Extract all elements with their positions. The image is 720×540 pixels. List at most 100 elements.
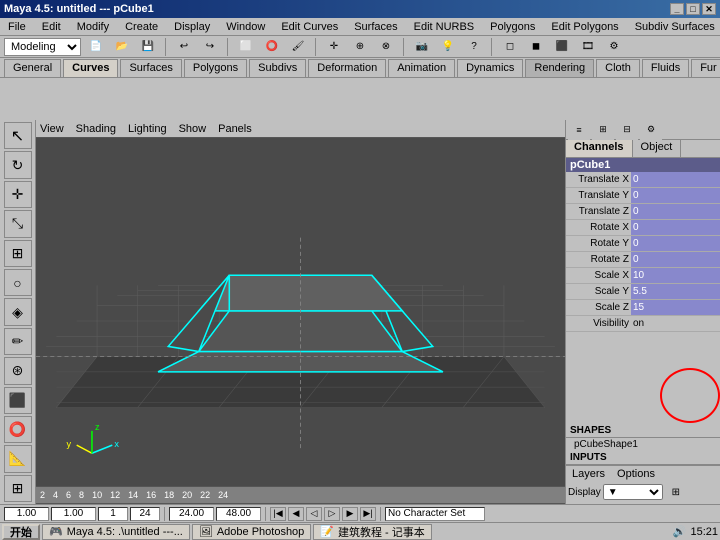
layers-icon[interactable]: ⊞	[665, 482, 687, 502]
panel-icon2[interactable]: ⊞	[592, 120, 614, 140]
toolbar-render3[interactable]: ⬛	[551, 37, 573, 57]
toolbar-render1[interactable]: ◻	[499, 37, 521, 57]
tab-general[interactable]: General	[4, 59, 61, 77]
toolbar-lasso[interactable]: ⭕	[261, 37, 283, 57]
tab-rendering[interactable]: Rendering	[525, 59, 594, 77]
start-frame[interactable]	[4, 507, 49, 521]
rotate-tool[interactable]: ↻	[4, 151, 32, 178]
menu-display[interactable]: Display	[170, 20, 214, 34]
tab-object[interactable]: Object	[633, 140, 682, 157]
toolbar-snap2[interactable]: ⊕	[349, 37, 371, 57]
toolbar-camera[interactable]: 📷	[411, 37, 433, 57]
tab-animation[interactable]: Animation	[388, 59, 455, 77]
toolbar-light[interactable]: 💡	[437, 37, 459, 57]
photoshop-taskbar-item[interactable]: 🖼 Adobe Photoshop	[192, 524, 311, 540]
current-frame[interactable]	[51, 507, 96, 521]
paint-tool[interactable]: ✏	[4, 328, 32, 355]
menu-modify[interactable]: Modify	[73, 20, 113, 34]
toolbar-render5[interactable]: ⚙	[603, 37, 625, 57]
menu-edit-polygons[interactable]: Edit Polygons	[547, 20, 622, 34]
scene-canvas[interactable]: x y z persp	[36, 138, 565, 504]
attr-value[interactable]: 0	[631, 252, 720, 267]
select-tool[interactable]: ↖	[4, 122, 32, 149]
tab-polygons[interactable]: Polygons	[184, 59, 247, 77]
attr-value[interactable]: 0	[631, 204, 720, 219]
toolbar-render2[interactable]: ◼	[525, 37, 547, 57]
close-button[interactable]: ✕	[702, 3, 716, 15]
frame-field[interactable]	[98, 507, 128, 521]
notepad-taskbar-item[interactable]: 📝 建筑教程 - 记事本	[313, 524, 431, 540]
menu-edit[interactable]: Edit	[38, 20, 65, 34]
tab-layers[interactable]: Layers	[568, 468, 609, 480]
toolbar-snap3[interactable]: ⊗	[375, 37, 397, 57]
tab-options[interactable]: Options	[613, 468, 659, 480]
toolbar-undo[interactable]: ↩	[173, 37, 195, 57]
snap-grid[interactable]: ⊞	[4, 475, 32, 502]
menu-file[interactable]: File	[4, 20, 30, 34]
panel-icon1[interactable]: ≡	[568, 120, 590, 140]
toolbar-snap1[interactable]: ✛	[323, 37, 345, 57]
attr-value[interactable]: on	[631, 316, 720, 331]
start-button[interactable]: 开始	[2, 524, 40, 540]
toolbar-new[interactable]: 📄	[85, 37, 107, 57]
viewport[interactable]: View Shading Lighting Show Panels	[36, 120, 565, 504]
menu-polygons[interactable]: Polygons	[486, 20, 539, 34]
panel-icon4[interactable]: ⚙	[640, 120, 662, 140]
menu-create[interactable]: Create	[121, 20, 162, 34]
toolbar-select[interactable]: ⬜	[235, 37, 257, 57]
toolbar-redo[interactable]: ↪	[199, 37, 221, 57]
measure-tool[interactable]: 📐	[4, 445, 32, 472]
maya-taskbar-item[interactable]: 🎮 Maya 4.5: .\untitled ---...	[42, 524, 190, 540]
display-dropdown[interactable]: ▼	[603, 484, 663, 500]
lasso-tool[interactable]: ⭕	[4, 416, 32, 443]
menu-edit-curves[interactable]: Edit Curves	[277, 20, 342, 34]
toolbar-save[interactable]: 💾	[137, 37, 159, 57]
range-end[interactable]	[216, 507, 261, 521]
attr-value[interactable]: 15	[631, 300, 720, 315]
attr-value[interactable]: 10	[631, 268, 720, 283]
toolbar-paint[interactable]: 🖌	[287, 37, 309, 57]
step-back[interactable]: ◀	[288, 507, 304, 521]
toolbar-render4[interactable]: 🎞	[577, 37, 599, 57]
minimize-button[interactable]: _	[670, 3, 684, 15]
attr-value[interactable]: 5.5	[631, 284, 720, 299]
vp-view[interactable]: View	[40, 123, 64, 135]
attr-value[interactable]: 0	[631, 220, 720, 235]
vp-panels[interactable]: Panels	[218, 123, 252, 135]
tab-channels[interactable]: Channels	[566, 140, 633, 157]
toolbar-open[interactable]: 📂	[111, 37, 133, 57]
tab-curves[interactable]: Curves	[63, 59, 118, 77]
tab-fluids[interactable]: Fluids	[642, 59, 689, 77]
shapes-item[interactable]: pCubeShape1	[566, 438, 720, 451]
range-start[interactable]	[169, 507, 214, 521]
region-select[interactable]: ⬛	[4, 387, 32, 414]
menu-edit-nurbs[interactable]: Edit NURBS	[410, 20, 479, 34]
tab-surfaces[interactable]: Surfaces	[120, 59, 181, 77]
play-end[interactable]: ▶|	[360, 507, 376, 521]
menu-surfaces[interactable]: Surfaces	[350, 20, 401, 34]
soft-mod[interactable]: ○	[4, 269, 32, 296]
tab-subdivs[interactable]: Subdivs	[249, 59, 306, 77]
timeline[interactable]: 2 4 6 8 10 12 14 16 18 20 22 24	[36, 486, 565, 504]
tab-cloth[interactable]: Cloth	[596, 59, 640, 77]
tab-deformation[interactable]: Deformation	[308, 59, 386, 77]
panel-icon3[interactable]: ⊟	[616, 120, 638, 140]
modeling-dropdown[interactable]: Modeling Animation Rendering	[4, 38, 81, 56]
menu-window[interactable]: Window	[222, 20, 269, 34]
scale-tool[interactable]: ⤡	[4, 210, 32, 237]
vp-shading[interactable]: Shading	[76, 123, 116, 135]
end-frame[interactable]	[130, 507, 160, 521]
attr-value[interactable]: 0	[631, 188, 720, 203]
play-back[interactable]: ◁	[306, 507, 322, 521]
vp-show[interactable]: Show	[179, 123, 207, 135]
tab-fur[interactable]: Fur	[691, 59, 720, 77]
play-start[interactable]: |◀	[270, 507, 286, 521]
move-tool[interactable]: ✛	[4, 181, 32, 208]
tab-dynamics[interactable]: Dynamics	[457, 59, 523, 77]
play-fwd[interactable]: ▷	[324, 507, 340, 521]
show-manip[interactable]: ⊛	[4, 357, 32, 384]
attr-value[interactable]: 0	[631, 172, 720, 187]
universal-tool[interactable]: ⊞	[4, 240, 32, 267]
toolbar-help[interactable]: ?	[463, 37, 485, 57]
vp-lighting[interactable]: Lighting	[128, 123, 167, 135]
